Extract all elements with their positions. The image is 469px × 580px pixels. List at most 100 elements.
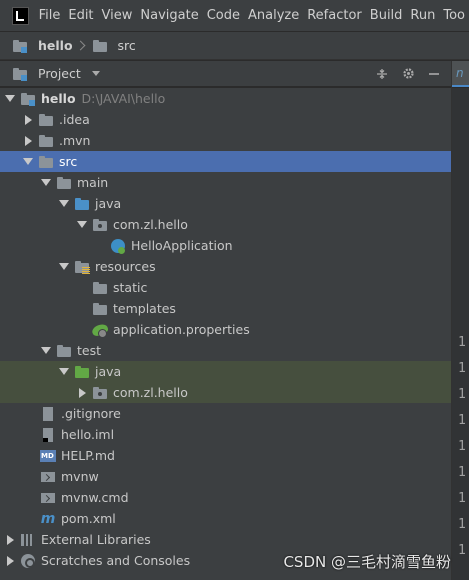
collapsed-arrow-icon[interactable]	[4, 529, 16, 550]
tree-row-test[interactable]: test	[0, 340, 451, 361]
tree-label: java	[95, 364, 122, 379]
editor-area: n 1 1 1 1 1 1 1 1 1	[451, 61, 469, 580]
tree-row-pom-xml[interactable]: m pom.xml	[0, 508, 451, 529]
tree-row-mvn[interactable]: .mvn	[0, 130, 451, 151]
menu-analyze[interactable]: Analyze	[244, 8, 303, 23]
menu-navigate[interactable]: Navigate	[136, 8, 202, 23]
line-number: 1	[458, 543, 466, 558]
expanded-arrow-icon[interactable]	[58, 193, 70, 214]
source-folder-icon	[74, 196, 90, 212]
resources-folder-icon	[74, 259, 90, 275]
breadcrumb-label: hello	[38, 38, 73, 53]
menu-file[interactable]: File	[35, 8, 65, 23]
tree-row-package-test[interactable]: com.zl.hello	[0, 382, 451, 403]
tree-row-mvnw[interactable]: mvnw	[0, 466, 451, 487]
minimize-icon[interactable]	[427, 67, 441, 81]
folder-icon	[92, 280, 108, 296]
breadcrumb-src[interactable]: src	[92, 38, 136, 54]
tree-row-helloapplication[interactable]: HelloApplication	[0, 235, 451, 256]
breadcrumb-separator-icon	[75, 40, 85, 51]
menu-view[interactable]: View	[98, 8, 137, 23]
tree-row-src[interactable]: src	[0, 151, 451, 172]
tree-row-main[interactable]: main	[0, 172, 451, 193]
chevron-down-icon	[91, 71, 100, 76]
project-tree: hello D:\JAVAI\hello .idea .mvn src main…	[0, 88, 451, 580]
panel-title: Project	[38, 66, 81, 81]
tree-label: test	[77, 343, 102, 358]
tree-row-application-properties[interactable]: application.properties	[0, 319, 451, 340]
tree-row-mvnw-cmd[interactable]: mvnw.cmd	[0, 487, 451, 508]
menu-build[interactable]: Build	[366, 8, 407, 23]
tree-label: com.zl.hello	[113, 385, 188, 400]
expanded-arrow-icon[interactable]	[58, 361, 70, 382]
tree-row-resources[interactable]: resources	[0, 256, 451, 277]
module-folder-icon	[20, 91, 36, 107]
tree-label: hello.iml	[61, 427, 115, 442]
expanded-arrow-icon[interactable]	[4, 88, 16, 109]
markdown-file-icon	[40, 448, 56, 464]
menu-edit[interactable]: Edit	[64, 8, 97, 23]
folder-icon	[38, 154, 54, 170]
tree-row-static[interactable]: static	[0, 277, 451, 298]
tree-label: com.zl.hello	[113, 217, 188, 232]
editor-tab[interactable]: n	[452, 61, 469, 87]
expanded-arrow-icon[interactable]	[76, 214, 88, 235]
gear-icon[interactable]	[401, 67, 415, 81]
spring-properties-icon	[92, 322, 108, 338]
tree-label: hello	[41, 91, 76, 106]
menu-refactor[interactable]: Refactor	[303, 8, 366, 23]
tree-row-main-java[interactable]: java	[0, 193, 451, 214]
line-number: 1	[458, 387, 466, 402]
collapsed-arrow-icon[interactable]	[22, 109, 34, 130]
collapsed-arrow-icon[interactable]	[22, 130, 34, 151]
tree-row-help-md[interactable]: HELP.md	[0, 445, 451, 466]
tree-label: .gitignore	[61, 406, 121, 421]
menu-code[interactable]: Code	[203, 8, 244, 23]
folder-icon	[56, 175, 72, 191]
folder-icon	[92, 38, 108, 54]
test-source-folder-icon	[74, 364, 90, 380]
tree-row-idea[interactable]: .idea	[0, 109, 451, 130]
tree-row-hello-iml[interactable]: hello.iml	[0, 424, 451, 445]
line-number: 1	[458, 517, 466, 532]
project-view-selector[interactable]: Project	[12, 66, 100, 82]
collapsed-arrow-icon[interactable]	[4, 550, 16, 571]
navigation-bar: hello src	[0, 32, 469, 60]
expanded-arrow-icon[interactable]	[40, 340, 52, 361]
breadcrumb-project[interactable]: hello	[12, 38, 73, 54]
tree-row-templates[interactable]: templates	[0, 298, 451, 319]
line-number: 1	[458, 465, 466, 480]
tree-label: application.properties	[113, 322, 250, 337]
line-number: 1	[458, 439, 466, 454]
tree-label: .mvn	[59, 133, 91, 148]
tree-label: External Libraries	[41, 532, 151, 547]
shell-file-icon	[40, 469, 56, 485]
maven-icon: m	[40, 510, 56, 527]
tree-row-external-libraries[interactable]: External Libraries	[0, 529, 451, 550]
tree-row-gitignore[interactable]: .gitignore	[0, 403, 451, 424]
tree-label: src	[59, 154, 78, 169]
tree-label: HelloApplication	[131, 238, 233, 253]
menu-tools[interactable]: Too	[439, 8, 469, 23]
tree-row-hello[interactable]: hello D:\JAVAI\hello	[0, 88, 451, 109]
tree-label: HELP.md	[61, 448, 115, 463]
module-folder-icon	[12, 38, 28, 54]
tree-path: D:\JAVAI\hello	[81, 91, 166, 106]
shell-file-icon	[40, 490, 56, 506]
breadcrumb-label: src	[117, 38, 136, 53]
tree-label: Scratches and Consoles	[41, 553, 191, 568]
tree-row-test-java[interactable]: java	[0, 361, 451, 382]
collapse-all-icon[interactable]	[375, 67, 389, 81]
expanded-arrow-icon[interactable]	[40, 172, 52, 193]
tree-row-package-main[interactable]: com.zl.hello	[0, 214, 451, 235]
line-number: 1	[458, 335, 466, 350]
collapsed-arrow-icon[interactable]	[76, 382, 88, 403]
menu-run[interactable]: Run	[406, 8, 439, 23]
tree-label: mvnw.cmd	[61, 490, 129, 505]
tree-label: templates	[113, 301, 176, 316]
expanded-arrow-icon[interactable]	[58, 256, 70, 277]
package-icon	[92, 217, 108, 233]
line-number: 1	[458, 413, 466, 428]
expanded-arrow-icon[interactable]	[22, 151, 34, 172]
line-number: 1	[458, 361, 466, 376]
